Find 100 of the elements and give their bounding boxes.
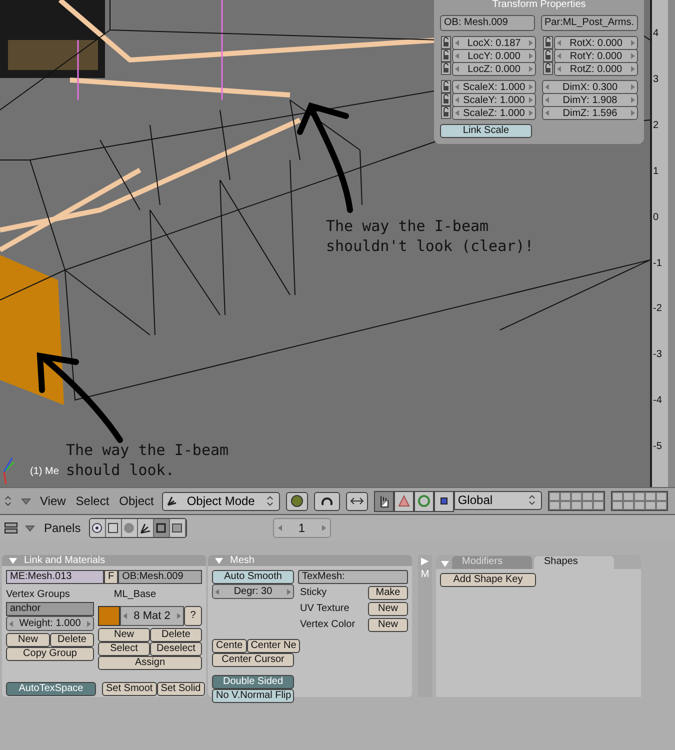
mesh-name-field[interactable]: ME:Mesh.013: [6, 570, 104, 584]
weight-field[interactable]: Weight: 1.000: [6, 616, 94, 631]
object-name-field[interactable]: OB: Mesh.009: [440, 15, 535, 31]
vertex-group-button[interactable]: New: [6, 633, 50, 647]
shading-button[interactable]: Set Solid: [156, 682, 205, 696]
right-arrow-icon[interactable]: [529, 97, 533, 103]
context-button[interactable]: [138, 519, 154, 537]
left-arrow-icon[interactable]: [545, 84, 549, 90]
copy-group-button[interactable]: Copy Group: [6, 647, 94, 661]
right-arrow-icon[interactable]: [286, 588, 291, 594]
autotexspace-toggle[interactable]: AutoTexSpace: [6, 682, 96, 696]
lock-icon[interactable]: [440, 36, 452, 49]
right-arrow-icon[interactable]: [529, 66, 533, 72]
left-arrow-icon[interactable]: [545, 110, 549, 116]
left-arrow-icon[interactable]: [215, 588, 219, 594]
assign-button[interactable]: Assign: [98, 656, 202, 670]
help-button[interactable]: ?: [184, 606, 202, 626]
orientation-dropdown[interactable]: Global: [454, 490, 542, 510]
left-arrow-icon[interactable]: [455, 110, 459, 116]
collapse-triangle-icon[interactable]: [8, 556, 18, 566]
layer-buttons[interactable]: [610, 491, 668, 511]
left-arrow-icon[interactable]: [557, 53, 561, 59]
normal-flip-toggle[interactable]: No V.Normal Flip: [212, 689, 294, 703]
lock-icon[interactable]: [440, 106, 452, 119]
material-button[interactable]: Deselect: [150, 642, 202, 656]
property-button[interactable]: New: [368, 602, 408, 616]
center-button[interactable]: Center Ne: [246, 639, 300, 653]
mode-dropdown[interactable]: Object Mode: [162, 492, 280, 510]
number-field[interactable]: LocY: 0.000: [452, 49, 536, 63]
right-arrow-icon[interactable]: [631, 40, 635, 46]
number-field[interactable]: RotY: 0.000: [554, 49, 638, 63]
right-arrow-icon[interactable]: [87, 620, 91, 626]
right-arrow-icon[interactable]: [177, 613, 181, 619]
right-arrow-icon[interactable]: [528, 84, 533, 90]
lock-icon[interactable]: [440, 93, 452, 106]
number-field[interactable]: ScaleZ: 1.000: [452, 106, 536, 120]
material-button[interactable]: Delete: [150, 628, 202, 642]
frame-number-field[interactable]: 1: [272, 518, 331, 538]
material-button[interactable]: New: [98, 628, 150, 642]
right-arrow-icon[interactable]: [631, 110, 635, 116]
auto-smooth-toggle[interactable]: Auto Smooth: [212, 570, 294, 584]
material-color-swatch[interactable]: [98, 606, 120, 626]
parent-field[interactable]: Par:ML_Post_Arms.: [540, 15, 638, 31]
right-arrow-icon[interactable]: [631, 84, 635, 90]
layer-buttons[interactable]: [548, 491, 605, 511]
material-index-field[interactable]: 8 Mat 2: [120, 606, 184, 626]
number-field[interactable]: LocZ: 0.000: [452, 62, 536, 76]
right-arrow-icon[interactable]: [528, 53, 533, 59]
left-arrow-icon[interactable]: [455, 84, 459, 90]
left-arrow-icon[interactable]: [9, 620, 13, 626]
lock-icon[interactable]: [542, 62, 554, 75]
menu-item[interactable]: Object: [117, 494, 156, 508]
property-button[interactable]: New: [368, 618, 408, 632]
3d-viewport[interactable]: [0, 0, 652, 487]
shading-button[interactable]: Set Smoot: [102, 682, 157, 696]
property-button[interactable]: Make: [368, 586, 408, 600]
context-button[interactable]: [90, 519, 106, 537]
vertex-group-field[interactable]: anchor: [6, 602, 94, 616]
context-button[interactable]: [106, 519, 122, 537]
lock-icon[interactable]: [440, 62, 452, 75]
manipulator-button[interactable]: [374, 490, 394, 512]
collapse-triangle-icon[interactable]: [214, 556, 224, 566]
add-shape-key-button[interactable]: Add Shape Key: [440, 573, 536, 587]
degree-field[interactable]: Degr: 30: [212, 584, 294, 599]
number-field[interactable]: RotX: 0.000: [554, 36, 638, 50]
number-field[interactable]: ScaleX: 1.000: [452, 80, 536, 94]
lock-icon[interactable]: [542, 49, 554, 62]
window-type-icon[interactable]: [4, 521, 18, 535]
right-arrow-icon[interactable]: [529, 110, 533, 116]
double-sided-toggle[interactable]: Double Sided: [212, 675, 294, 689]
left-arrow-icon[interactable]: [278, 525, 282, 531]
number-field[interactable]: LocX: 0.187: [452, 36, 536, 50]
context-button[interactable]: [154, 519, 170, 537]
number-field[interactable]: DimX: 0.300: [542, 80, 638, 94]
lock-icon[interactable]: [440, 80, 452, 93]
menu-item[interactable]: View: [38, 494, 68, 508]
left-arrow-icon[interactable]: [557, 40, 561, 46]
collapse-triangle-icon[interactable]: [440, 559, 450, 569]
left-arrow-icon[interactable]: [455, 66, 459, 72]
right-arrow-icon[interactable]: [630, 97, 635, 103]
left-arrow-icon[interactable]: [123, 613, 127, 619]
left-arrow-icon[interactable]: [557, 66, 561, 72]
menu-item[interactable]: Select: [74, 494, 112, 508]
material-button[interactable]: Select: [98, 642, 150, 656]
manipulator-button[interactable]: [434, 490, 454, 512]
right-arrow-icon[interactable]: [630, 66, 635, 72]
left-arrow-icon[interactable]: [455, 97, 459, 103]
left-arrow-icon[interactable]: [455, 53, 459, 59]
center-button[interactable]: Cente: [212, 639, 247, 653]
link-scale-toggle[interactable]: Link Scale: [440, 124, 532, 138]
left-arrow-icon[interactable]: [455, 40, 459, 46]
number-field[interactable]: ScaleY: 1.000: [452, 93, 536, 107]
number-field[interactable]: DimY: 1.908: [542, 93, 638, 107]
draw-type-dropdown[interactable]: [286, 492, 308, 510]
center-cursor-button[interactable]: Center Cursor: [212, 653, 294, 667]
number-field[interactable]: DimZ: 1.596: [542, 106, 638, 120]
lock-icon[interactable]: [542, 36, 554, 49]
snap-button[interactable]: [346, 492, 368, 510]
object-name-field[interactable]: OB:Mesh.009: [118, 570, 202, 584]
pivot-dropdown[interactable]: [314, 492, 340, 510]
